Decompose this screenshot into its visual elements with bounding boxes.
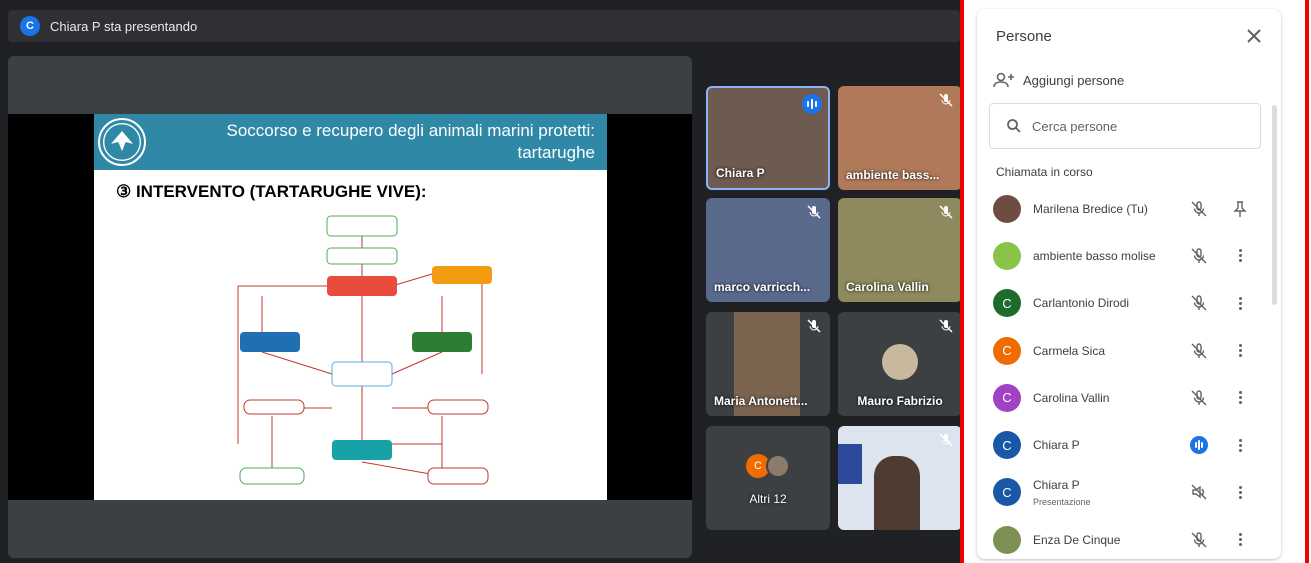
more-options-button[interactable] [1233,436,1247,454]
avatar: C [993,478,1021,507]
tile-name: Mauro Fabrizio [857,394,943,408]
participant-row[interactable]: C Carmela Sica [977,327,1273,374]
more-options-button[interactable] [1233,389,1247,407]
mic-off-icon[interactable] [1190,342,1208,360]
panel-title: Persone [996,28,1052,45]
tile-name: marco varricch... [714,280,811,294]
add-people-label: Aggiungi persone [1023,72,1125,88]
avatar [993,194,1021,223]
eu-flag [838,444,862,484]
flowchart-diagram [237,215,492,485]
video-tile[interactable] [838,426,962,530]
participant-row[interactable]: C Carolina Vallin [977,374,1273,421]
mic-off-icon[interactable] [1190,200,1208,218]
participant-subtitle: Presentazione [1033,496,1091,507]
red-border-left [960,0,964,563]
tile-name: Chiara P [716,166,765,180]
others-tile[interactable]: C Altri 12 [706,426,830,530]
mic-off-icon [939,319,953,333]
participant-name: Carlantonio Dirodi [1033,296,1130,311]
avatar [882,344,918,380]
presenting-text: Chiara P sta presentando [50,18,198,34]
participant-name: ambiente basso molise [1033,248,1156,263]
video-tile[interactable]: marco varricch... [706,198,830,302]
more-options-button[interactable] [1233,483,1247,501]
slide-title: Soccorso e recupero degli animali marini… [226,121,595,140]
tile-name: ambiente bass... [846,168,940,182]
speaking-icon[interactable] [1190,436,1208,455]
avatar [766,454,790,478]
red-border-right [1305,0,1309,563]
more-options-button[interactable] [1233,342,1247,360]
avatar: C [993,431,1021,460]
presenting-bar: C Chiara P sta presentando [8,10,960,42]
participant-name: Carolina Vallin [1033,390,1110,405]
video-tile[interactable]: Maria Antonett... [706,312,830,416]
participant-row[interactable]: C Chiara P [977,421,1273,468]
presenter-avatar: C [20,16,40,36]
participant-row[interactable]: ambiente basso molise [977,232,1273,279]
participant-name: Enza De Cinque [1033,532,1121,547]
slide-heading: ③ INTERVENTO (TARTARUGHE VIVE): [116,182,427,201]
video-tile[interactable]: ambiente bass... [838,86,962,190]
search-input[interactable] [1032,118,1252,134]
tile-name: Carolina Vallin [846,280,929,294]
tile-name: Altri 12 [749,492,787,506]
people-list: Marilena Bredice (Tu) ambiente basso moli… [977,185,1273,559]
mic-off-icon [939,93,953,107]
mic-off-icon[interactable] [1190,294,1208,312]
participant-name: Carmela Sica [1033,343,1106,358]
speaking-icon [802,94,822,114]
organization-logo [98,118,146,166]
mic-off-icon[interactable] [1190,389,1208,407]
avatar: C [993,383,1021,412]
participant-row[interactable]: C Carlantonio Dirodi [977,280,1273,327]
tile-name: Maria Antonett... [714,394,808,408]
add-person-icon [993,72,1014,88]
presentation-audio-off-icon[interactable] [1190,483,1208,501]
video-tile[interactable]: Carolina Vallin [838,198,962,302]
participant-name: Chiara P [1033,477,1080,492]
presentation-area[interactable]: Soccorso e recupero degli animali marini… [8,56,692,558]
screen: C Chiara P sta presentando Soccorso e re… [0,0,1311,563]
close-icon[interactable] [1243,25,1265,47]
pin-button[interactable] [1233,200,1247,218]
mic-off-icon [939,205,953,219]
mic-off-icon [807,319,821,333]
participant-grid: Chiara P ambiente bass... marco varricch… [700,86,962,530]
add-people-button[interactable]: Aggiungi persone [993,69,1124,91]
participant-row[interactable]: Enza De Cinque [977,516,1273,559]
search-icon [1007,119,1021,133]
avatar: C [993,289,1021,318]
avatar: C [993,336,1021,365]
slide-subtitle: tartarughe [517,143,596,162]
mic-off-icon [939,433,953,447]
slide-header: Soccorso e recupero degli animali marini… [94,114,607,170]
video-tile[interactable]: Mauro Fabrizio [838,312,962,416]
meet-stage: C Chiara P sta presentando Soccorso e re… [0,0,964,563]
avatar [993,241,1021,270]
search-box[interactable] [989,103,1261,149]
avatar [993,525,1021,554]
video-tile[interactable]: Chiara P [706,86,830,190]
section-label: Chiamata in corso [996,165,1093,179]
more-options-button[interactable] [1233,294,1247,312]
slide: Soccorso e recupero degli animali marini… [94,114,607,500]
more-options-button[interactable] [1233,247,1247,265]
participant-row[interactable]: C Chiara P Presentazione [977,469,1273,516]
participant-video [874,456,920,530]
mic-off-icon[interactable] [1190,247,1208,265]
pin-icon [1233,200,1247,217]
people-panel: Persone Aggiungi persone Chiamata in cor… [977,9,1281,559]
mic-off-icon [807,205,821,219]
more-options-button[interactable] [1233,531,1247,549]
mic-off-icon[interactable] [1190,531,1208,549]
participant-name: Chiara P [1033,438,1080,453]
participant-name: Marilena Bredice (Tu) [1033,201,1148,216]
participant-row[interactable]: Marilena Bredice (Tu) [977,185,1273,232]
